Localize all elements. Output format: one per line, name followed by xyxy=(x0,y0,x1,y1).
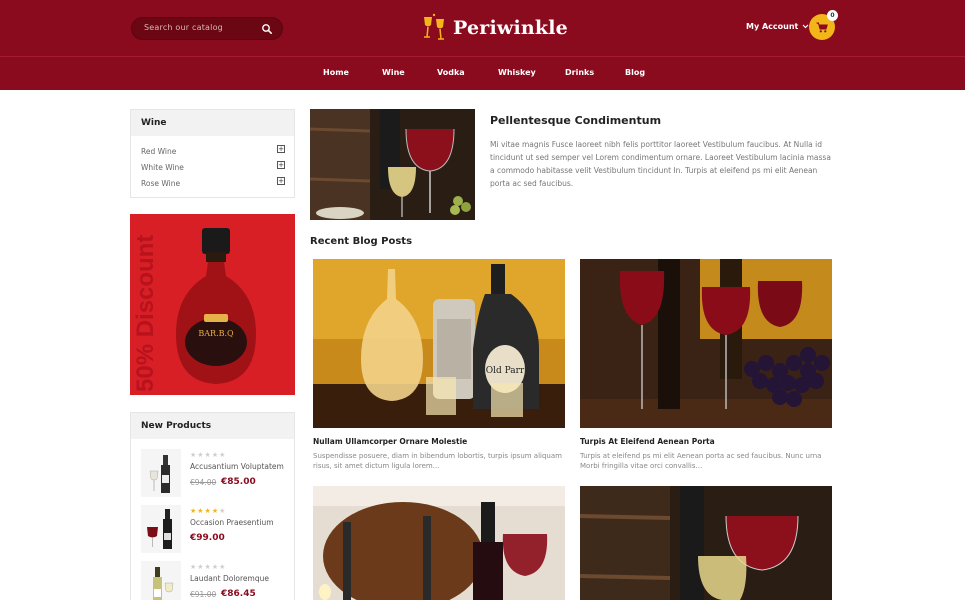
product-item[interactable]: ★★★★★ Laudant Doloremque €91.00 €86.45 xyxy=(141,561,291,600)
featured-image[interactable] xyxy=(310,109,475,220)
account-label: My Account xyxy=(746,22,799,31)
category-block: Wine Red Wine + White Wine + Rose Wine + xyxy=(130,109,295,198)
nav-home[interactable]: Home xyxy=(323,68,349,77)
blog-post-image[interactable] xyxy=(313,486,565,600)
nav-blog[interactable]: Blog xyxy=(625,68,645,77)
search-icon[interactable] xyxy=(261,23,273,35)
blog-post-excerpt: Suspendisse posuere, diam in bibendum lo… xyxy=(313,452,562,470)
product-thumbnail[interactable] xyxy=(141,449,181,497)
main-nav: Home Wine Vodka Whiskey Drinks Blog xyxy=(0,57,965,90)
product-old-price: €91.00 xyxy=(190,590,217,599)
promo-banner[interactable]: 50% Discount BAR.B.Q xyxy=(130,214,295,395)
expand-plus-icon[interactable]: + xyxy=(277,161,285,169)
product-thumbnail[interactable] xyxy=(141,561,181,600)
nav-wine[interactable]: Wine xyxy=(382,68,405,77)
product-name[interactable]: Occasion Praesentium xyxy=(190,518,274,527)
search-placeholder: Search our catalog xyxy=(144,23,223,32)
banner-vertical-text: 50% Discount xyxy=(132,235,159,392)
my-account-dropdown[interactable]: My Account xyxy=(746,22,809,31)
category-link-red-wine[interactable]: Red Wine xyxy=(141,147,176,156)
product-thumbnail[interactable] xyxy=(141,505,181,553)
blog-post-image[interactable] xyxy=(580,486,832,600)
promo-bottle-image: 50% Discount BAR.B.Q xyxy=(132,228,256,392)
new-products-title: New Products xyxy=(131,413,294,439)
rating-stars: ★★★★★ xyxy=(190,451,227,459)
recent-posts-heading: Recent Blog Posts xyxy=(310,236,413,247)
blog-post-excerpt: Turpis at eleifend ps mi elit Aenean por… xyxy=(580,452,822,470)
product-price: €99.00 xyxy=(190,533,225,543)
product-price: €86.45 xyxy=(221,589,256,599)
rating-stars: ★★★★★ xyxy=(190,563,227,571)
cart-icon xyxy=(816,22,828,32)
featured-title[interactable]: Pellentesque Condimentum xyxy=(490,114,661,127)
nav-drinks[interactable]: Drinks xyxy=(565,68,594,77)
product-item[interactable]: ★★★★★ Accusantium Voluptatem €94.00 €85.… xyxy=(141,449,291,499)
category-title: Wine xyxy=(131,110,294,136)
site-header: Search our catalog Periwinkle My Account xyxy=(0,0,965,90)
cart-count-badge: 0 xyxy=(827,10,838,21)
svg-text:Old Parr: Old Parr xyxy=(486,366,525,376)
category-link-rose-wine[interactable]: Rose Wine xyxy=(141,179,180,188)
site-logo[interactable]: Periwinkle xyxy=(421,12,568,44)
product-name[interactable]: Laudant Doloremque xyxy=(190,574,269,583)
blog-post-title[interactable]: Turpis At Eleifend Aenean Porta xyxy=(580,437,715,446)
product-old-price: €94.00 xyxy=(190,478,217,487)
expand-plus-icon[interactable]: + xyxy=(277,177,285,185)
expand-plus-icon[interactable]: + xyxy=(277,145,285,153)
blog-post-image[interactable]: Old Parr xyxy=(313,259,565,428)
category-link-white-wine[interactable]: White Wine xyxy=(141,163,184,172)
product-item[interactable]: ★★★★★ Occasion Praesentium €99.00 xyxy=(141,505,291,555)
rating-stars: ★★★★★ xyxy=(190,507,227,515)
search-input[interactable]: Search our catalog xyxy=(131,17,283,40)
nav-whiskey[interactable]: Whiskey xyxy=(498,68,536,77)
featured-description: Mi vitae magnis Fusce laoreet nibh felis… xyxy=(490,140,831,188)
svg-text:BAR.B.Q: BAR.B.Q xyxy=(198,329,234,338)
blog-post-image[interactable] xyxy=(580,259,832,428)
top-bar: Search our catalog Periwinkle My Account xyxy=(0,0,965,56)
new-products-block: New Products ★★★★★ Accusantium Voluptate… xyxy=(130,412,295,600)
nav-vodka[interactable]: Vodka xyxy=(437,68,465,77)
logo-text: Periwinkle xyxy=(453,17,568,39)
product-price: €85.00 xyxy=(221,477,256,487)
product-name[interactable]: Accusantium Voluptatem xyxy=(190,462,284,471)
blog-post-title[interactable]: Nullam Ullamcorper Ornare Molestie xyxy=(313,437,467,446)
cart-button[interactable]: 0 xyxy=(809,10,838,40)
wine-glasses-icon xyxy=(424,13,444,40)
